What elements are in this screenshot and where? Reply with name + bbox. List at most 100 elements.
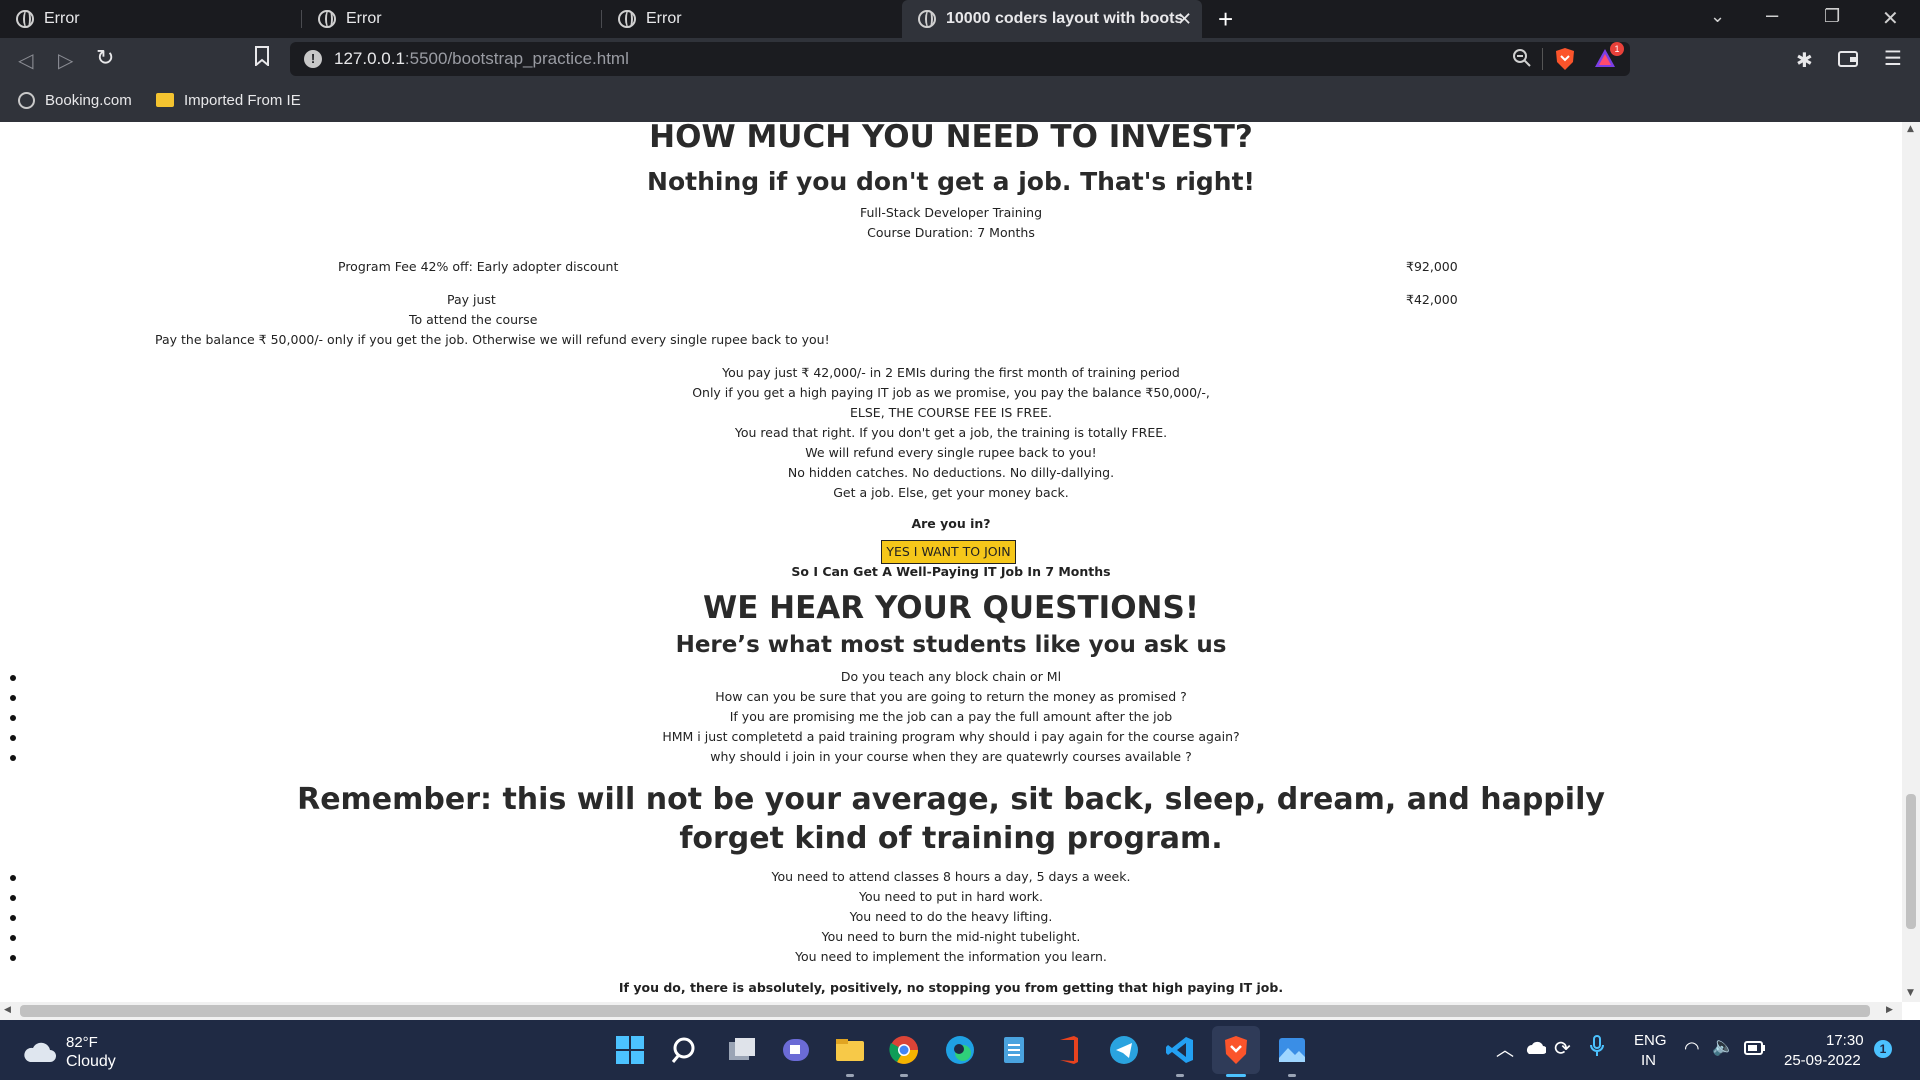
cloud-icon — [24, 1042, 56, 1062]
sync-icon[interactable]: ⟳ — [1554, 1036, 1571, 1060]
question-item: How can you be sure that you are going t… — [715, 689, 1187, 704]
tab-title: 10000 coders layout with bootstra — [946, 10, 1182, 27]
scroll-left-arrow-icon[interactable]: ◀ — [4, 1005, 11, 1015]
program-fee-value: ₹92,000 — [1406, 259, 1458, 274]
weather-temp: 82°F — [66, 1034, 98, 1051]
office-icon[interactable] — [1052, 1034, 1084, 1066]
zoom-icon[interactable] — [1512, 48, 1532, 72]
clock-time[interactable]: 17:30 — [1826, 1032, 1864, 1049]
site-info-icon[interactable]: ! — [304, 50, 322, 68]
running-indicator — [1176, 1074, 1184, 1077]
question-item: Do you teach any block chain or Ml — [840, 669, 1062, 684]
search-icon[interactable] — [670, 1034, 702, 1066]
language-indicator-line1[interactable]: ENG — [1634, 1032, 1667, 1049]
pay-just-value: ₹42,000 — [1406, 292, 1458, 307]
forward-icon[interactable]: ▷ — [58, 48, 73, 72]
back-icon[interactable]: ◁ — [18, 48, 33, 72]
battery-icon[interactable] — [1744, 1040, 1766, 1059]
globe-icon — [18, 91, 35, 109]
edge-icon[interactable] — [944, 1034, 976, 1066]
wifi-icon[interactable]: ◠ — [1684, 1038, 1700, 1059]
notification-badge[interactable]: 1 — [1874, 1040, 1892, 1058]
tab-title: Error — [346, 10, 382, 27]
tab-error-3[interactable]: Error — [602, 0, 900, 38]
question-item: HMM i just completetd a paid training pr… — [662, 729, 1240, 744]
teams-chat-icon[interactable] — [780, 1034, 812, 1066]
scroll-down-arrow-icon[interactable]: ▼ — [1907, 988, 1914, 998]
notepad-icon[interactable] — [998, 1034, 1030, 1066]
restore-button[interactable]: ❐ — [1824, 6, 1840, 27]
course-duration: Course Duration: 7 Months — [867, 225, 1035, 240]
tab-error-1[interactable]: Error — [0, 0, 300, 38]
requirement-item: You need to do the heavy lifting. — [849, 909, 1053, 924]
language-indicator-line2[interactable]: IN — [1641, 1052, 1656, 1069]
globe-icon — [16, 10, 34, 28]
globe-icon — [318, 10, 336, 28]
scroll-right-arrow-icon[interactable]: ▶ — [1886, 1005, 1893, 1015]
folder-icon — [156, 93, 174, 107]
remember-heading-line2: forget kind of training program. — [679, 821, 1223, 856]
tab-title: Error — [646, 10, 682, 27]
tab-title: Error — [44, 10, 80, 27]
task-view-icon[interactable] — [726, 1034, 758, 1066]
volume-icon[interactable]: 🔈 — [1712, 1036, 1734, 1057]
minimize-button[interactable]: – — [1766, 2, 1778, 28]
tab-active[interactable]: 10000 coders layout with bootstra ✕ — [902, 0, 1202, 38]
horizontal-scrollbar[interactable]: ◀ ▶ — [0, 1002, 1902, 1020]
address-bar[interactable]: ! 127.0.0.1:5500/bootstrap_practice.html… — [290, 42, 1630, 76]
bookmark-label: Booking.com — [45, 91, 132, 109]
globe-icon — [918, 10, 936, 28]
running-indicator — [1288, 1074, 1296, 1077]
windows-start-icon[interactable] — [614, 1034, 646, 1066]
onedrive-icon[interactable] — [1524, 1040, 1547, 1059]
questions-heading: WE HEAR YOUR QUESTIONS! — [703, 590, 1199, 626]
vscode-icon[interactable] — [1164, 1034, 1196, 1066]
file-explorer-icon[interactable] — [834, 1034, 866, 1066]
wallet-icon[interactable] — [1838, 50, 1858, 72]
remember-heading-line1: Remember: this will not be your average,… — [297, 782, 1605, 817]
vertical-scrollbar[interactable]: ▲ ▼ — [1902, 122, 1920, 1002]
menu-icon[interactable]: ☰ — [1884, 46, 1902, 70]
training-name: Full-Stack Developer Training — [859, 205, 1043, 220]
join-button[interactable]: YES I WANT TO JOIN — [881, 540, 1016, 564]
requirement-item: You need to put in hard work. — [859, 889, 1043, 904]
brave-shields-icon[interactable] — [1554, 47, 1576, 75]
extensions-icon[interactable]: ✱ — [1796, 48, 1813, 72]
new-tab-button[interactable]: + — [1218, 4, 1233, 35]
horizontal-scroll-thumb[interactable] — [20, 1005, 1870, 1017]
tab-error-2[interactable]: Error — [302, 0, 600, 38]
bookmark-icon[interactable] — [254, 46, 270, 71]
requirement-item: You need to burn the mid-night tubelight… — [821, 929, 1081, 944]
scroll-up-arrow-icon[interactable]: ▲ — [1907, 124, 1914, 134]
detail-line: You read that right. If you don't get a … — [734, 425, 1168, 440]
microphone-icon[interactable] — [1590, 1034, 1604, 1062]
question-item: If you are promising me the job can a pa… — [729, 709, 1173, 724]
running-indicator — [900, 1074, 908, 1077]
browser-toolbar: ◁ ▷ ↻ ! 127.0.0.1:5500/bootstrap_practic… — [0, 38, 1920, 122]
tab-search-chevron-icon[interactable]: ⌄ — [1710, 6, 1725, 27]
close-window-button[interactable]: ✕ — [1882, 6, 1899, 31]
detail-line: ELSE, THE COURSE FEE IS FREE. — [850, 405, 1052, 420]
bookmark-imported-from-ie[interactable]: Imported From IE — [156, 88, 301, 112]
closing-text: If you do, there is absolutely, positive… — [618, 980, 1284, 995]
url-text[interactable]: 127.0.0.1:5500/bootstrap_practice.html — [334, 49, 629, 69]
detail-line: No hidden catches. No deductions. No dil… — [787, 465, 1115, 480]
brave-browser-icon[interactable] — [1220, 1034, 1252, 1066]
vertical-scroll-thumb[interactable] — [1906, 794, 1916, 929]
attend-course-text: To attend the course — [409, 312, 538, 327]
weather-widget[interactable]: 82°F Cloudy — [22, 1034, 162, 1074]
rewards-badge: 1 — [1610, 42, 1624, 56]
join-tagline: So I Can Get A Well-Paying IT Job In 7 M… — [791, 564, 1111, 579]
chrome-icon[interactable] — [888, 1034, 920, 1066]
taskbar: 82°F Cloudy ︿ ⟳ ENG IN ◠ 🔈 17:30 25-09-2… — [0, 1020, 1920, 1080]
requirement-item: You need to attend classes 8 hours a day… — [771, 869, 1131, 884]
photos-icon[interactable] — [1276, 1034, 1308, 1066]
pay-balance-text: Pay the balance ₹ 50,000/- only if you g… — [155, 332, 830, 347]
telegram-icon[interactable] — [1108, 1034, 1140, 1066]
are-you-in-text: Are you in? — [911, 516, 991, 531]
close-tab-icon[interactable]: ✕ — [1177, 9, 1192, 30]
clock-date[interactable]: 25-09-2022 — [1784, 1052, 1861, 1069]
bookmark-booking[interactable]: Booking.com — [18, 88, 132, 112]
reload-icon[interactable]: ↻ — [96, 46, 114, 71]
show-hidden-icons-chevron-icon[interactable]: ︿ — [1496, 1036, 1514, 1062]
